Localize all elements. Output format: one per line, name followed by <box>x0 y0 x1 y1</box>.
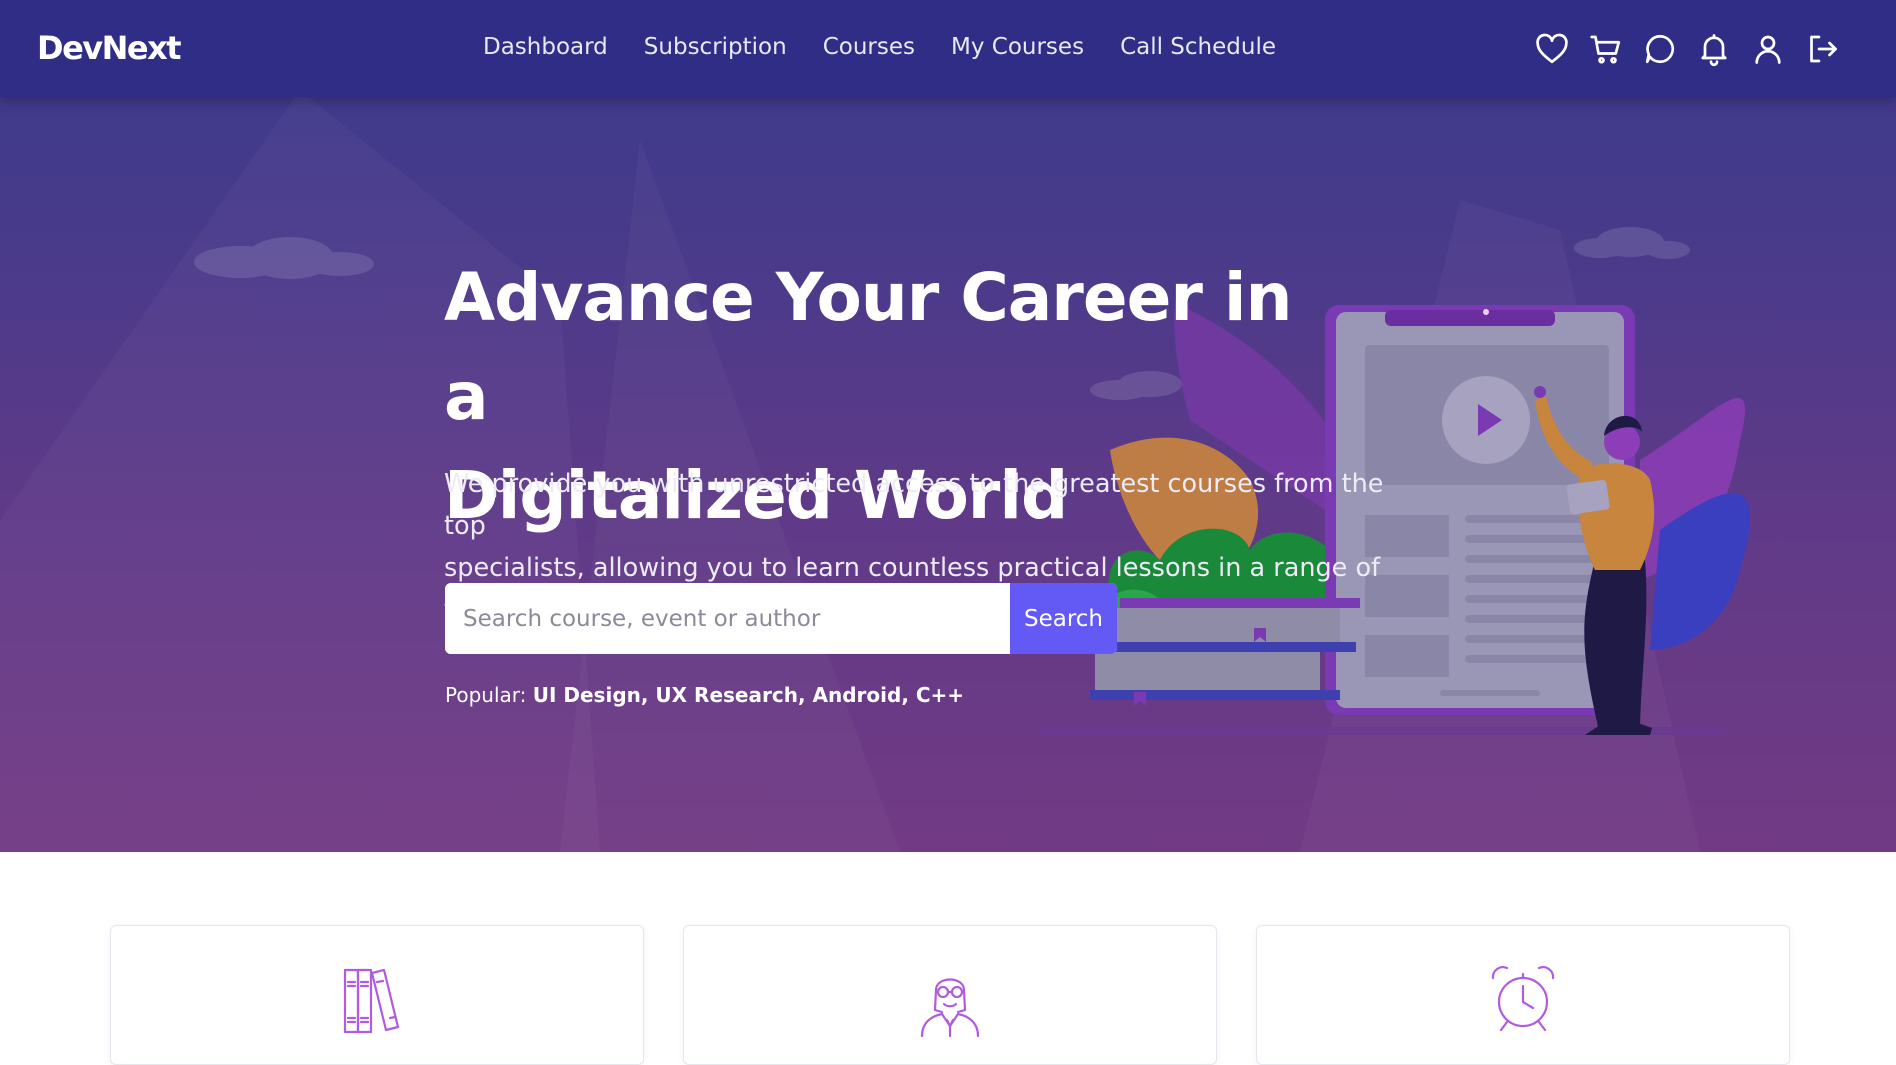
user-icon[interactable] <box>1750 31 1786 67</box>
hero-description-line-1: We provide you with unrestricted access … <box>444 469 1384 541</box>
nav-link-my-courses[interactable]: My Courses <box>951 34 1084 60</box>
feature-card-books[interactable] <box>110 925 644 1065</box>
nav-link-call-schedule[interactable]: Call Schedule <box>1120 34 1276 60</box>
brand-logo[interactable]: DevNext <box>37 29 182 67</box>
nav-icon-group <box>1534 31 1858 67</box>
feature-cards <box>110 925 1790 1065</box>
teacher-icon <box>910 960 990 1040</box>
search-bar: Search <box>445 583 1117 654</box>
top-navbar: DevNext Dashboard Subscription Courses M… <box>0 0 1896 97</box>
logout-icon[interactable] <box>1804 31 1840 67</box>
main-nav: Dashboard Subscription Courses My Course… <box>483 34 1312 60</box>
nav-link-subscription[interactable]: Subscription <box>644 34 787 60</box>
popular-searches: Popular: UI Design, UX Research, Android… <box>445 683 964 707</box>
nav-link-courses[interactable]: Courses <box>823 34 915 60</box>
search-input[interactable] <box>445 583 1010 654</box>
chat-icon[interactable] <box>1642 31 1678 67</box>
cart-icon[interactable] <box>1588 31 1624 67</box>
feature-card-alarm[interactable] <box>1256 925 1790 1065</box>
popular-tags[interactable]: UI Design, UX Research, Android, C++ <box>533 683 964 707</box>
bell-icon[interactable] <box>1696 31 1732 67</box>
books-icon <box>337 960 417 1040</box>
feature-card-teacher[interactable] <box>683 925 1217 1065</box>
nav-link-dashboard[interactable]: Dashboard <box>483 34 608 60</box>
search-button[interactable]: Search <box>1010 583 1117 654</box>
hero-title-line-1: Advance Your Career in a <box>444 259 1293 435</box>
heart-icon[interactable] <box>1534 31 1570 67</box>
popular-label: Popular: <box>445 683 527 707</box>
alarm-clock-icon <box>1483 960 1563 1040</box>
